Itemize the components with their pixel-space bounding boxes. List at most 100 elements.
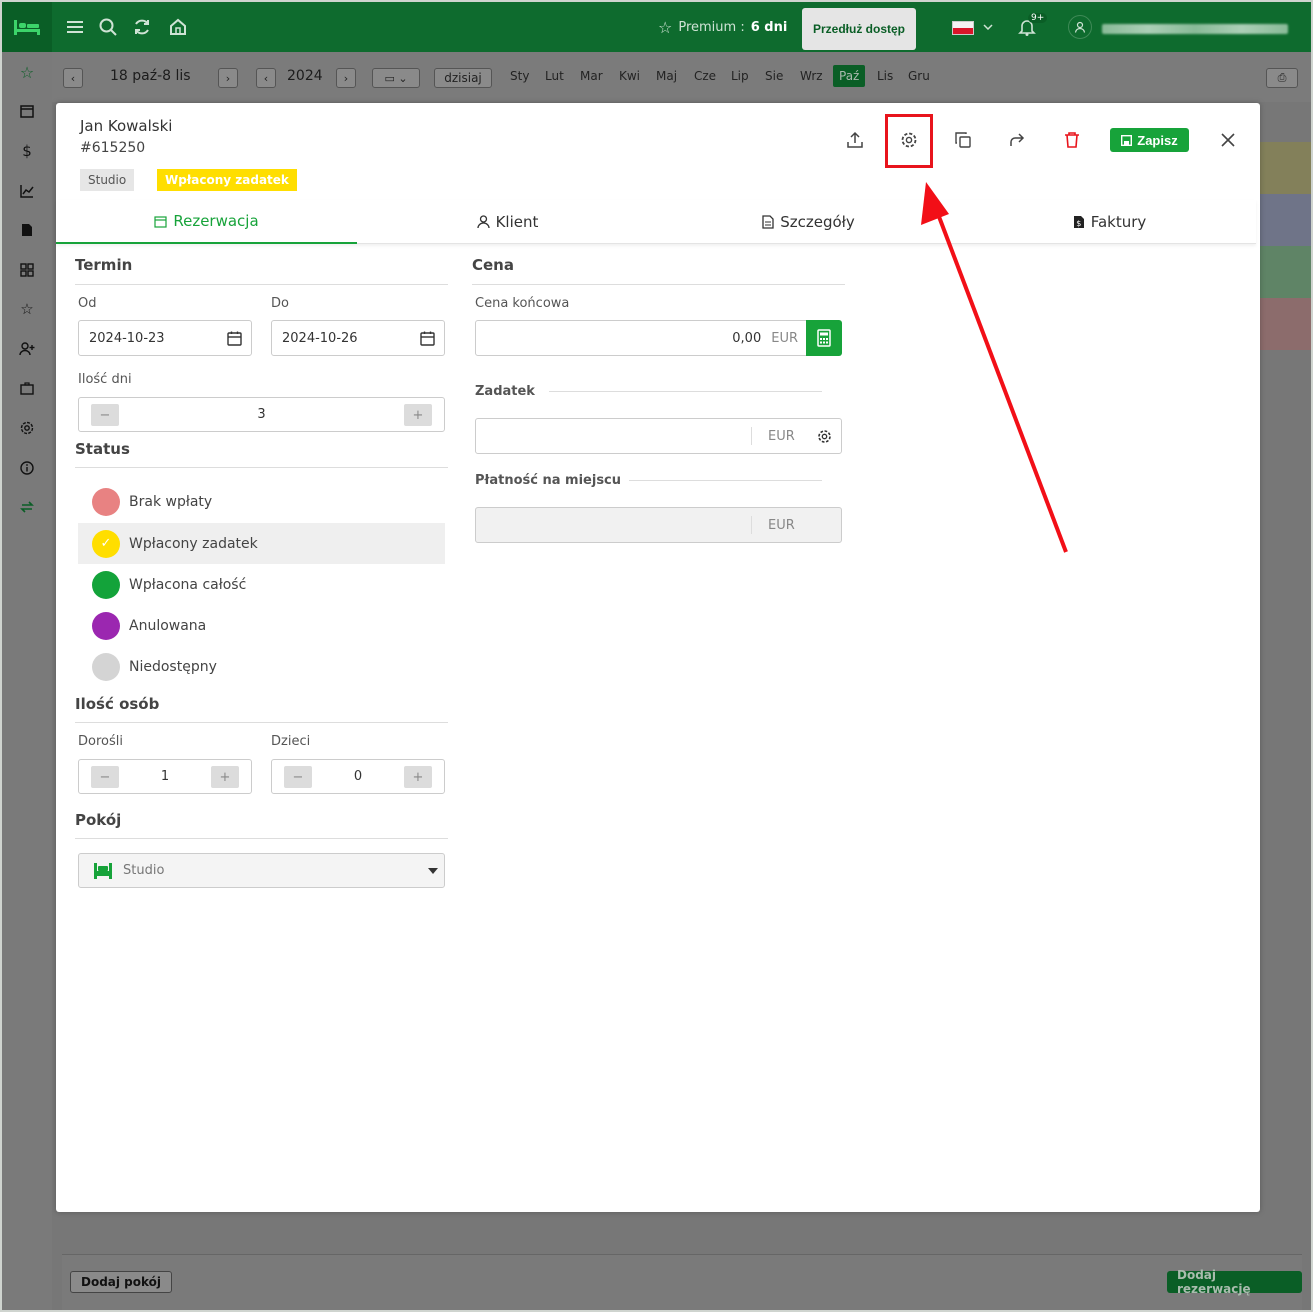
days-increment-button[interactable]: + xyxy=(404,404,432,426)
status-title: Status xyxy=(75,440,130,458)
from-date-value: 2024-10-23 xyxy=(89,330,165,346)
month-cze[interactable]: Cze xyxy=(694,69,716,83)
month-gru[interactable]: Gru xyxy=(908,69,930,83)
printer-icon: ⎙ xyxy=(1277,71,1287,84)
sidebar: ☆ $ ☆ xyxy=(2,52,52,1310)
chevron-down-icon[interactable] xyxy=(977,16,999,38)
adults-stepper: − 1 + xyxy=(78,759,252,794)
status-option-wplacona-calosc[interactable]: Wpłacona całość xyxy=(78,564,445,605)
deposit-input[interactable]: EUR xyxy=(475,418,842,454)
print-button[interactable]: ⎙ xyxy=(1266,68,1298,88)
sidebar-favorite-icon[interactable]: ☆ xyxy=(16,298,38,320)
days-stepper: − 3 + xyxy=(78,397,445,432)
close-icon[interactable] xyxy=(1217,129,1239,151)
final-price-input[interactable]: 0,00 EUR xyxy=(475,320,807,356)
floppy-disk-icon xyxy=(1121,134,1133,146)
status-option-label: Wpłacona całość xyxy=(129,576,247,593)
calendar-picker-button[interactable]: ▭ ⌄ xyxy=(372,68,420,88)
add-reservation-button[interactable]: Dodaj rezerwację xyxy=(1167,1268,1302,1296)
month-sie[interactable]: Sie xyxy=(765,69,783,83)
status-option-anulowana[interactable]: Anulowana xyxy=(78,605,445,646)
status-option-label: Anulowana xyxy=(129,617,207,634)
save-button[interactable]: Zapisz xyxy=(1110,128,1189,152)
sidebar-grid-icon[interactable] xyxy=(16,259,38,281)
sidebar-dollar-icon[interactable]: $ xyxy=(16,140,38,162)
adults-increment-button[interactable]: + xyxy=(211,766,239,788)
month-lip[interactable]: Lip xyxy=(731,69,749,83)
prev-year-button[interactable]: ‹ xyxy=(256,68,276,88)
children-increment-button[interactable]: + xyxy=(404,766,432,788)
people-title: Ilość osób xyxy=(75,695,160,713)
status-dot xyxy=(92,652,120,681)
status-dot xyxy=(92,611,120,640)
sidebar-add-user-icon[interactable] xyxy=(16,338,38,360)
from-label: Od xyxy=(78,296,97,311)
sidebar-star-icon[interactable]: ☆ xyxy=(16,61,38,83)
avatar-icon[interactable] xyxy=(1068,15,1092,39)
logo[interactable] xyxy=(2,2,52,52)
refresh-icon[interactable] xyxy=(131,16,153,38)
extend-access-button[interactable]: Przedłuż dostęp xyxy=(802,8,916,50)
premium-label: Premium : xyxy=(678,20,745,35)
year-label: 2024 xyxy=(287,68,323,84)
language-flag-icon[interactable] xyxy=(952,21,974,35)
month-lis[interactable]: Lis xyxy=(877,69,893,83)
search-icon[interactable] xyxy=(97,16,119,38)
star-icon: ☆ xyxy=(658,18,673,37)
home-icon[interactable] xyxy=(167,16,189,38)
tab-label: Szczegóły xyxy=(780,213,855,231)
status-option-wplacony-zadatek[interactable]: ✓ Wpłacony zadatek xyxy=(78,523,445,564)
bed-icon xyxy=(94,862,112,879)
month-paz[interactable]: Paź xyxy=(833,65,866,87)
sidebar-sync-icon[interactable] xyxy=(16,496,38,518)
onsite-payment-label: Płatność na miejscu xyxy=(475,473,622,488)
status-option-label: Niedostępny xyxy=(129,658,217,675)
sidebar-briefcase-icon[interactable] xyxy=(16,377,38,399)
background-calendar-cells xyxy=(1259,142,1311,352)
today-button[interactable]: dzisiaj xyxy=(434,68,492,88)
date-range-label: 18 paź-8 lis xyxy=(110,68,191,84)
month-wrz[interactable]: Wrz xyxy=(800,69,823,83)
month-maj[interactable]: Maj xyxy=(656,69,677,83)
gear-icon[interactable] xyxy=(817,429,832,444)
tab-faktury[interactable]: $ Faktury xyxy=(959,200,1260,244)
sidebar-invoice-icon[interactable] xyxy=(16,219,38,241)
prev-range-button[interactable]: ‹ xyxy=(63,68,83,88)
days-value[interactable]: 3 xyxy=(79,407,444,422)
sidebar-calendar-icon[interactable] xyxy=(16,100,38,122)
status-option-niedostepny[interactable]: Niedostępny xyxy=(78,646,445,687)
month-kwi[interactable]: Kwi xyxy=(619,69,640,83)
share-forward-icon[interactable] xyxy=(1006,129,1028,151)
month-sty[interactable]: Sty xyxy=(510,69,529,83)
input-separator xyxy=(751,516,752,534)
calendar-toolbar: ‹ 18 paź-8 lis › ‹ 2024 › ▭ ⌄ dzisiaj St… xyxy=(52,52,1311,102)
sidebar-info-icon[interactable] xyxy=(16,457,38,479)
tab-rezerwacja[interactable]: Rezerwacja xyxy=(56,200,357,244)
status-option-label: Brak wpłaty xyxy=(129,493,213,510)
delete-trash-icon[interactable] xyxy=(1061,129,1083,151)
svg-text:$: $ xyxy=(1076,219,1081,228)
copy-icon[interactable] xyxy=(952,129,974,151)
month-lut[interactable]: Lut xyxy=(545,69,564,83)
month-mar[interactable]: Mar xyxy=(580,69,603,83)
room-divider xyxy=(75,838,448,839)
to-date-input[interactable]: 2024-10-26 xyxy=(271,320,445,356)
document-icon xyxy=(762,215,774,229)
status-dot xyxy=(92,487,120,516)
add-room-button[interactable]: Dodaj pokój xyxy=(70,1271,173,1293)
status-option-brak-wplaty[interactable]: Brak wpłaty xyxy=(78,481,445,522)
next-range-button[interactable]: › xyxy=(218,68,238,88)
export-icon[interactable] xyxy=(844,129,866,151)
from-date-input[interactable]: 2024-10-23 xyxy=(78,320,252,356)
menu-icon[interactable] xyxy=(64,16,86,38)
tab-szczegoly[interactable]: Szczegóły xyxy=(658,200,959,244)
price-divider xyxy=(472,284,845,285)
onsite-divider xyxy=(629,480,822,481)
to-date-value: 2024-10-26 xyxy=(282,330,358,346)
sidebar-settings-icon[interactable] xyxy=(16,417,38,439)
sidebar-chart-icon[interactable] xyxy=(16,180,38,202)
next-year-button[interactable]: › xyxy=(336,68,356,88)
room-select[interactable]: Studio xyxy=(78,853,445,888)
tab-klient[interactable]: Klient xyxy=(357,200,658,244)
calculator-button[interactable] xyxy=(806,320,842,356)
